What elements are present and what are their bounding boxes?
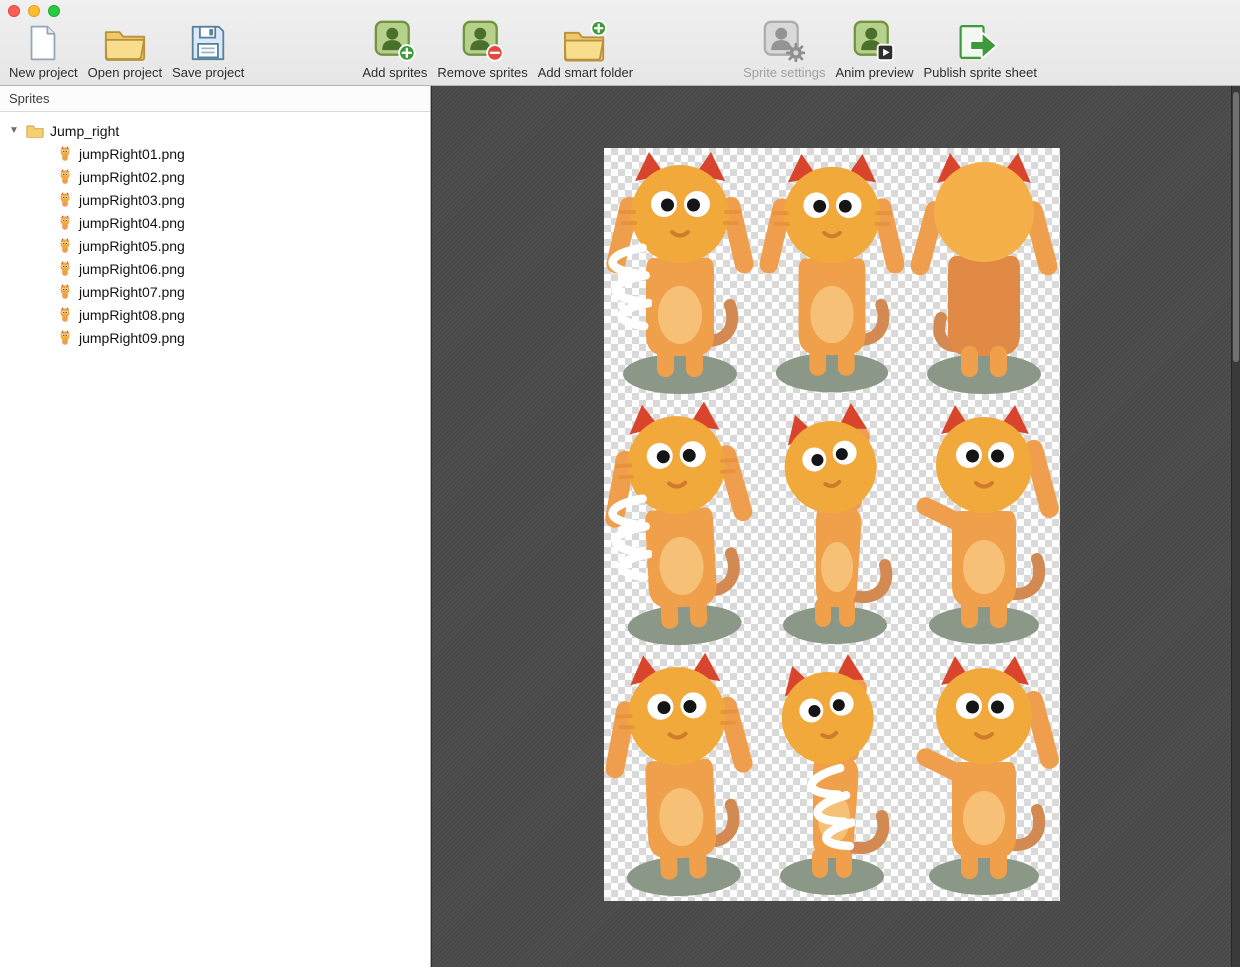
add-sprites-icon xyxy=(374,20,416,62)
sprite-settings-button: Sprite settings xyxy=(738,20,830,80)
cat-file-icon xyxy=(57,329,73,346)
file-name: jumpRight09.png xyxy=(79,329,185,346)
remove-sprites-button[interactable]: Remove sprites xyxy=(432,20,532,80)
file-name: jumpRight01.png xyxy=(79,145,185,162)
file-name: jumpRight03.png xyxy=(79,191,185,208)
publish-sprite-sheet-icon xyxy=(958,22,1002,62)
sprite-settings-icon xyxy=(763,20,806,62)
tree-file-row[interactable]: jumpRight08.png xyxy=(0,303,430,326)
tree-file-row[interactable]: jumpRight01.png xyxy=(0,142,430,165)
traffic-lights xyxy=(8,5,60,17)
disclosure-triangle-icon[interactable]: ▼ xyxy=(8,125,20,136)
toolbar-items: New project Open project Save project Ad… xyxy=(0,0,1240,86)
app-window: New project Open project Save project Ad… xyxy=(0,0,1240,967)
scrollbar-thumb[interactable] xyxy=(1233,92,1239,362)
folder-icon xyxy=(26,123,44,138)
open-project-button[interactable]: Open project xyxy=(83,22,167,80)
tree-file-row[interactable]: jumpRight05.png xyxy=(0,234,430,257)
tree-file-row[interactable]: jumpRight03.png xyxy=(0,188,430,211)
toolbar: New project Open project Save project Ad… xyxy=(0,0,1240,86)
sprites-panel: Sprites ▼ Jump_right jumpRight01.png jum… xyxy=(0,86,431,967)
cat-sprite xyxy=(598,647,761,904)
add-sprites-button[interactable]: Add sprites xyxy=(357,20,432,80)
open-project-label: Open project xyxy=(87,65,163,80)
sheet-canvas[interactable] xyxy=(431,86,1231,967)
sprite-frame-jumpRight04[interactable] xyxy=(604,399,756,650)
save-project-label: Save project xyxy=(172,65,245,80)
cat-sprite xyxy=(908,399,1060,650)
cat-file-icon xyxy=(57,237,73,254)
new-project-button[interactable]: New project xyxy=(4,22,83,80)
cat-sprite xyxy=(756,650,908,901)
cat-file-icon xyxy=(57,283,73,300)
tree-folder-jump-right[interactable]: ▼ Jump_right xyxy=(0,119,430,142)
sprite-frame-jumpRight09[interactable] xyxy=(908,650,1060,901)
add-sprites-label: Add sprites xyxy=(362,65,428,80)
cat-file-icon xyxy=(57,306,73,323)
file-name: jumpRight05.png xyxy=(79,237,185,254)
cat-file-icon xyxy=(57,260,73,277)
sprite-frame-jumpRight07[interactable] xyxy=(604,650,756,901)
file-name: jumpRight08.png xyxy=(79,306,185,323)
sprite-frame-jumpRight06[interactable] xyxy=(908,399,1060,650)
file-name: jumpRight07.png xyxy=(79,283,185,300)
sprite-sheet-preview xyxy=(604,148,1060,901)
tree-file-row[interactable]: jumpRight07.png xyxy=(0,280,430,303)
cat-sprite xyxy=(908,650,1060,901)
cat-file-icon xyxy=(57,145,73,162)
cat-sprite xyxy=(604,148,756,399)
minimize-button[interactable] xyxy=(28,5,40,17)
tree-file-row[interactable]: jumpRight04.png xyxy=(0,211,430,234)
sprite-frame-jumpRight05[interactable] xyxy=(756,399,908,650)
folder-name: Jump_right xyxy=(50,122,120,139)
cat-sprite xyxy=(596,395,761,654)
cat-file-icon xyxy=(57,168,73,185)
sprites-panel-header: Sprites xyxy=(0,86,430,112)
add-smart-folder-icon xyxy=(563,20,608,62)
save-project-icon xyxy=(190,22,226,62)
new-project-icon xyxy=(28,22,58,62)
file-name: jumpRight04.png xyxy=(79,214,185,231)
close-button[interactable] xyxy=(8,5,20,17)
tree-file-row[interactable]: jumpRight09.png xyxy=(0,326,430,349)
file-name: jumpRight02.png xyxy=(79,168,185,185)
main-area: Sprites ▼ Jump_right jumpRight01.png jum… xyxy=(0,86,1240,967)
tree-file-row[interactable]: jumpRight06.png xyxy=(0,257,430,280)
remove-sprites-icon xyxy=(462,20,504,62)
tree-file-row[interactable]: jumpRight02.png xyxy=(0,165,430,188)
sprite-frame-jumpRight03[interactable] xyxy=(908,148,1060,399)
anim-preview-label: Anim preview xyxy=(835,65,914,80)
file-name: jumpRight06.png xyxy=(79,260,185,277)
zoom-button[interactable] xyxy=(48,5,60,17)
sprite-frame-jumpRight01[interactable] xyxy=(604,148,756,399)
anim-preview-icon xyxy=(853,20,895,62)
open-project-icon xyxy=(104,22,146,62)
publish-sprite-sheet-button[interactable]: Publish sprite sheet xyxy=(918,22,1041,80)
anim-preview-button[interactable]: Anim preview xyxy=(830,20,918,80)
cat-sprite xyxy=(908,148,1060,399)
cat-sprite xyxy=(759,399,911,650)
remove-sprites-label: Remove sprites xyxy=(437,65,528,80)
cat-sprite xyxy=(757,150,907,397)
cat-file-icon xyxy=(57,214,73,231)
add-smart-folder-button[interactable]: Add smart folder xyxy=(533,20,638,80)
publish-sprite-sheet-label: Publish sprite sheet xyxy=(923,65,1037,80)
sprite-tree: ▼ Jump_right jumpRight01.png jumpRight02… xyxy=(0,112,430,349)
sprite-frame-jumpRight08[interactable] xyxy=(756,650,908,901)
add-smart-folder-label: Add smart folder xyxy=(537,65,634,80)
sprite-settings-label: Sprite settings xyxy=(743,65,826,80)
cat-file-icon xyxy=(57,191,73,208)
vertical-scrollbar[interactable] xyxy=(1231,86,1240,967)
save-project-button[interactable]: Save project xyxy=(167,22,249,80)
sprite-frame-jumpRight02[interactable] xyxy=(756,148,908,399)
new-project-label: New project xyxy=(9,65,78,80)
